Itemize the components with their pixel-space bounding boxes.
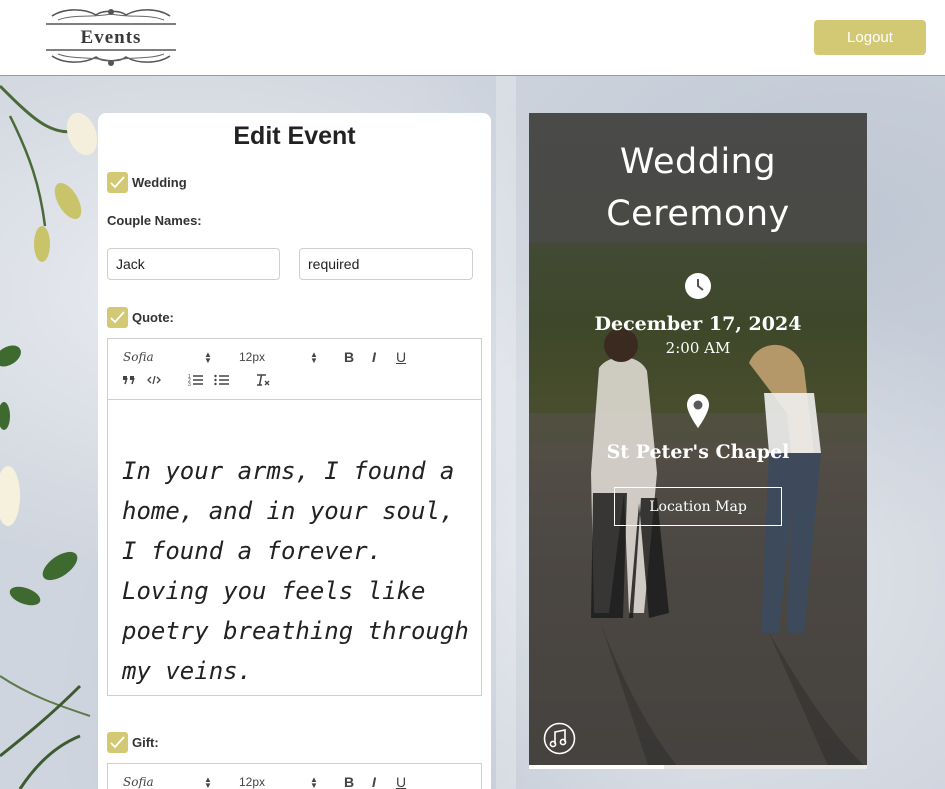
ordered-list-icon[interactable]: 1 2 3 [188,373,204,387]
gift-italic-button[interactable]: I [372,774,376,789]
quote-text-area[interactable]: In your arms, I found a home, and in you… [122,451,472,691]
size-select[interactable]: 12px [239,350,265,364]
gift-font-select-arrows-icon: ▲ ▼ [204,775,212,789]
preview-title: Wedding Ceremony [529,136,867,240]
blockquote-icon[interactable] [122,375,136,385]
music-note-icon[interactable] [543,722,576,755]
edit-event-panel: Edit Event Wedding Couple Names: Quote: … [98,113,491,789]
clock-icon [685,273,711,299]
preview-date: December 17, 2024 [594,313,802,335]
partner-one-input[interactable] [107,248,280,280]
background-divider [496,76,516,789]
event-preview-card: Wedding Ceremony December 17, 2024 2:00 … [529,113,867,768]
logout-button[interactable]: Logout [814,20,926,55]
bold-button[interactable]: B [344,349,354,365]
map-pin-icon [687,394,709,428]
preview-title-line-2: Ceremony [606,194,790,234]
couple-names-label: Couple Names: [107,213,202,228]
quote-checkbox[interactable] [107,307,128,328]
size-select-arrows-icon: ▲ ▼ [310,350,318,365]
checkmark-icon [110,311,125,324]
italic-button[interactable]: I [372,349,376,365]
gift-font-select[interactable]: Sofia [123,775,154,789]
logo-text: Events [80,27,142,48]
preview-progress-fill [529,765,665,769]
gift-size-select-arrows-icon: ▲ ▼ [310,775,318,789]
location-map-button[interactable]: Location Map [614,487,782,526]
quote-toolbar: Sofia ▲ ▼ 12px ▲ ▼ B I U 1 2 3 [108,339,481,400]
gift-checkbox[interactable] [107,732,128,753]
gift-label: Gift: [132,735,159,750]
gift-bold-button[interactable]: B [344,774,354,789]
underline-button[interactable]: U [396,349,406,365]
checkmark-icon [110,176,125,189]
clear-format-icon[interactable] [255,373,271,387]
preview-title-line-1: Wedding [619,142,777,182]
gift-size-select[interactable]: 12px [239,775,265,789]
quote-label: Quote: [132,310,174,325]
partner-two-input[interactable] [299,248,473,280]
svg-text:3: 3 [188,382,191,387]
gift-editor: Sofia ▲ ▼ 12px ▲ ▼ B I U [107,763,482,789]
font-select-arrows-icon: ▲ ▼ [204,350,212,365]
app-header: Events Logout [0,0,945,76]
panel-title: Edit Event [233,122,356,150]
font-select[interactable]: Sofia [123,350,154,364]
preview-time: 2:00 AM [665,339,731,357]
preview-venue: St Peter's Chapel [606,441,790,463]
wedding-label: Wedding [132,175,187,190]
gift-underline-button[interactable]: U [396,774,406,789]
wedding-checkbox[interactable] [107,172,128,193]
quote-editor: Sofia ▲ ▼ 12px ▲ ▼ B I U 1 2 3 In your a… [107,338,482,696]
flower-decoration-icon [0,84,98,789]
events-logo: Events [44,6,178,68]
code-block-icon[interactable] [147,375,161,385]
checkmark-icon [110,736,125,749]
bullet-list-icon[interactable] [214,373,230,387]
